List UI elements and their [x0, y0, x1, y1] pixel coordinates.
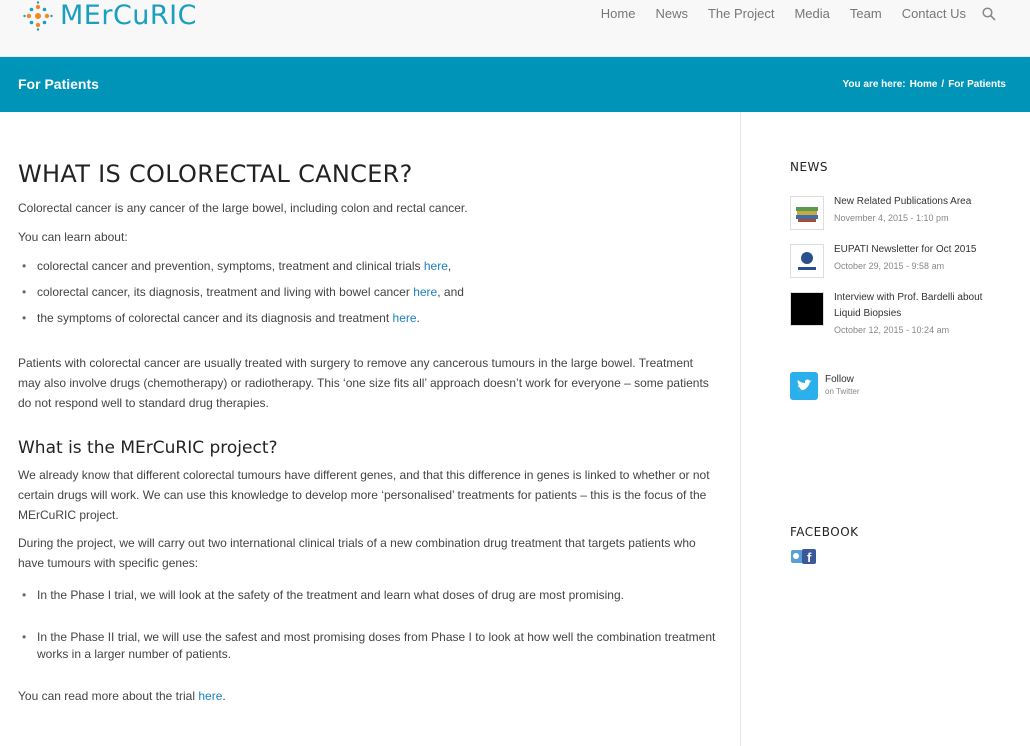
books-icon	[796, 207, 818, 222]
logo-text: MErCuRIC	[60, 0, 197, 31]
nav-the-project[interactable]: The Project	[708, 5, 774, 23]
page-title-bar: For Patients You are here: Home / For Pa…	[0, 57, 1030, 112]
breadcrumb-separator: /	[941, 79, 945, 90]
news-thumbnail-eupati[interactable]	[790, 244, 824, 278]
read-more-paragraph: You can read more about the trial here.	[18, 686, 718, 706]
read-more-text: You can read more about the trial	[18, 689, 199, 703]
intro-paragraph: Colorectal cancer is any cancer of the l…	[18, 201, 468, 215]
news-text: Interview with Prof. Bardelli about Liqu…	[834, 290, 1009, 338]
main-heading: WHAT IS COLORECTAL CANCER?	[18, 160, 413, 188]
project-subheading: What is the MErCuRIC project?	[18, 438, 278, 458]
breadcrumb-current: For Patients	[948, 79, 1006, 90]
learn-list: colorectal cancer and prevention, sympto…	[18, 258, 718, 327]
nav-contact-us[interactable]: Contact Us	[902, 5, 966, 23]
list-item-tail: ,	[447, 259, 452, 273]
twitter-bird-icon	[797, 379, 812, 391]
search-icon[interactable]	[982, 7, 996, 21]
news-thumbnail-books[interactable]	[790, 196, 824, 230]
learn-link-1[interactable]: here	[424, 259, 448, 273]
facebook-widget-title: FACEBOOK	[790, 525, 859, 539]
list-item: In the Phase II trial, we will use the s…	[18, 629, 718, 663]
main-content: WHAT IS COLORECTAL CANCER? Colorectal ca…	[18, 112, 718, 706]
news-date: October 12, 2015 - 10:24 am	[834, 325, 950, 335]
svg-text:f: f	[807, 550, 812, 565]
list-item: In the Phase I trial, we will look at th…	[18, 587, 718, 604]
follow-sub: on Twitter	[825, 387, 860, 396]
news-thumbnail-black[interactable]	[790, 292, 824, 326]
facebook-icon[interactable]: f	[790, 548, 818, 565]
sidebar-divider	[740, 112, 741, 746]
main-nav: Home News The Project Media Team Contact…	[581, 5, 996, 23]
news-title[interactable]: EUPATI Newsletter for Oct 2015	[834, 242, 1009, 258]
breadcrumb: You are here: Home / For Patients	[838, 79, 1006, 90]
list-item-tail: .	[416, 311, 420, 325]
logo-molecule-icon	[23, 1, 53, 31]
trials-paragraph: During the project, we will carry out tw…	[18, 536, 696, 570]
nav-home[interactable]: Home	[601, 5, 636, 23]
breadcrumb-home-link[interactable]: Home	[910, 79, 938, 90]
treatment-paragraph: Patients with colorectal cancer are usua…	[18, 356, 709, 410]
nav-news[interactable]: News	[655, 5, 688, 23]
news-item[interactable]: EUPATI Newsletter for Oct 2015 October 2…	[790, 242, 1015, 282]
list-item: colorectal cancer, its diagnosis, treatm…	[18, 284, 718, 301]
list-item: the symptoms of colorectal cancer and it…	[18, 310, 718, 327]
list-item-text: colorectal cancer, its diagnosis, treatm…	[37, 285, 414, 299]
breadcrumb-prefix: You are here:	[842, 79, 906, 90]
list-item: colorectal cancer and prevention, sympto…	[18, 258, 718, 275]
news-date: October 29, 2015 - 9:58 am	[834, 261, 945, 271]
page-title: For Patients	[18, 76, 99, 92]
nav-media[interactable]: Media	[794, 5, 829, 23]
trials-list: In the Phase I trial, we will look at th…	[18, 587, 718, 663]
learn-label: You can learn about:	[18, 230, 128, 244]
news-title[interactable]: Interview with Prof. Bardelli about Liqu…	[834, 290, 1009, 322]
list-item-text: the symptoms of colorectal cancer and it…	[37, 311, 393, 325]
news-item[interactable]: Interview with Prof. Bardelli about Liqu…	[790, 290, 1015, 335]
list-item-text: colorectal cancer and prevention, sympto…	[37, 259, 424, 273]
learn-link-3[interactable]: here	[393, 311, 417, 325]
nav-team[interactable]: Team	[850, 5, 882, 23]
project-paragraph: We already know that different colorecta…	[18, 468, 710, 522]
follow-label[interactable]: Follow	[825, 374, 854, 385]
learn-link-2[interactable]: here	[413, 285, 437, 299]
news-date: November 4, 2015 - 1:10 pm	[834, 213, 949, 223]
news-text: New Related Publications Area November 4…	[834, 194, 1009, 226]
twitter-icon[interactable]	[790, 372, 818, 400]
news-widget-title: NEWS	[790, 160, 829, 174]
list-item-tail: , and	[437, 285, 464, 299]
site-header: MErCuRIC Home News The Project Media Tea…	[0, 0, 1030, 57]
news-text: EUPATI Newsletter for Oct 2015 October 2…	[834, 242, 1009, 274]
eupati-logo-icon	[798, 252, 816, 270]
twitter-follow[interactable]: Follow on Twitter	[790, 372, 910, 402]
read-more-tail: .	[222, 689, 226, 703]
site-logo[interactable]: MErCuRIC	[22, 0, 197, 32]
news-item[interactable]: New Related Publications Area November 4…	[790, 194, 1015, 234]
news-title[interactable]: New Related Publications Area	[834, 194, 1009, 210]
read-more-link[interactable]: here	[198, 689, 222, 703]
